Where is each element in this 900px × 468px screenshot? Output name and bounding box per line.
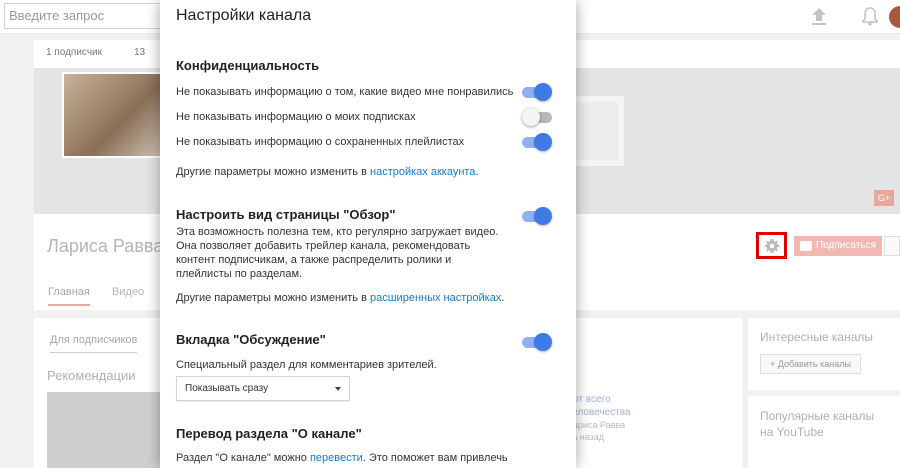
overview-note: Другие параметры можно изменить в расшир… xyxy=(176,291,504,305)
tab-main[interactable]: Главная xyxy=(48,286,90,306)
dialog-title: Настройки канала xyxy=(176,7,312,24)
subscriber-count: 1 подписчик xyxy=(46,47,102,58)
discussion-toggle[interactable] xyxy=(522,333,552,351)
channel-settings-button[interactable] xyxy=(756,232,787,259)
user-avatar[interactable] xyxy=(889,6,900,28)
overview-desc-line: Она позволяет добавить трейлер канала, р… xyxy=(176,240,471,252)
recommendations-title: Рекомендации xyxy=(47,368,136,383)
search-input[interactable]: Введите запрос xyxy=(4,3,186,29)
channel-name: Лариса Равва xyxy=(47,236,164,256)
subscribe-label: Подписаться xyxy=(816,240,876,251)
subscribe-button[interactable]: Подписаться xyxy=(794,236,882,256)
privacy-note-suffix: . xyxy=(475,166,479,178)
about-heading: Перевод раздела "О канале" xyxy=(176,426,362,441)
overview-toggle[interactable] xyxy=(522,207,552,225)
discussion-description: Специальный раздел для комментариев зрит… xyxy=(176,359,437,371)
about-description: Раздел "О канале" можно перевести. Это п… xyxy=(176,451,508,465)
upload-icon[interactable] xyxy=(810,6,828,26)
view-count: 13 xyxy=(134,47,146,58)
popular-channels-panel: Популярные каналы на YouTube xyxy=(748,396,900,468)
about-desc-prefix: Раздел "О канале" можно xyxy=(176,452,310,464)
gplus-icon[interactable]: G+ xyxy=(874,190,894,206)
youtube-play-icon xyxy=(800,241,812,251)
privacy-liked-label: Не показывать информацию о том, какие ви… xyxy=(176,86,514,98)
privacy-playlists-toggle[interactable] xyxy=(522,133,552,151)
bell-icon[interactable] xyxy=(862,6,878,26)
privacy-note: Другие параметры можно изменить в настро… xyxy=(176,165,479,179)
overview-desc-line: плейлисты по разделам. xyxy=(176,268,303,280)
channel-settings-dialog: Настройки канала Конфиденциальность Не п… xyxy=(160,0,576,468)
account-settings-link[interactable]: настройках аккаунта xyxy=(370,166,475,178)
about-desc-suffix: . Это поможет вам привлечь xyxy=(362,452,508,464)
overview-desc-line: контент подписчикам, а также распределит… xyxy=(176,254,452,266)
video-thumbnail[interactable] xyxy=(47,392,167,468)
toggle-knob xyxy=(534,207,552,225)
subscribe-count-box xyxy=(884,236,900,256)
overview-desc-line: Эта возможность полезна тем, кто регуляр… xyxy=(176,226,499,238)
privacy-playlists-label: Не показывать информацию о сохраненных п… xyxy=(176,136,465,148)
overview-note-suffix: . xyxy=(501,292,505,304)
advanced-settings-link[interactable]: расширенных настройках xyxy=(370,292,501,304)
video-title-line2[interactable]: человечества xyxy=(567,407,631,418)
toggle-knob xyxy=(534,333,552,351)
toggle-knob xyxy=(534,83,552,101)
tab-for-subscribers[interactable]: Для подписчиков xyxy=(50,334,138,353)
overview-description: Эта возможность полезна тем, кто регуляр… xyxy=(176,225,498,281)
add-channels-button[interactable]: + Добавить каналы xyxy=(760,354,861,374)
translate-link[interactable]: перевести xyxy=(310,452,363,464)
privacy-note-prefix: Другие параметры можно изменить в xyxy=(176,166,370,178)
tab-video[interactable]: Видео xyxy=(112,286,144,298)
privacy-liked-toggle[interactable] xyxy=(522,83,552,101)
overview-heading: Настроить вид страницы "Обзор" xyxy=(176,207,396,222)
interesting-channels-panel: Интересные каналы + Добавить каналы xyxy=(748,318,900,390)
privacy-subscriptions-toggle[interactable] xyxy=(522,108,554,126)
gear-icon xyxy=(765,239,779,253)
toggle-knob xyxy=(534,133,552,151)
select-value: Показывать сразу xyxy=(185,383,269,394)
interesting-channels-title: Интересные каналы xyxy=(760,330,874,344)
discussion-heading: Вкладка "Обсуждение" xyxy=(176,332,326,347)
popular-channels-title: Популярные каналы на YouTube xyxy=(760,409,875,439)
privacy-heading: Конфиденциальность xyxy=(176,58,320,73)
privacy-subscriptions-label: Не показывать информацию о моих подписка… xyxy=(176,111,416,123)
comments-display-select[interactable]: Показывать сразу xyxy=(176,376,350,401)
overview-note-prefix: Другие параметры можно изменить в xyxy=(176,292,370,304)
channel-photo xyxy=(62,72,162,158)
caret-down-icon xyxy=(335,387,341,391)
toggle-knob xyxy=(522,108,540,126)
